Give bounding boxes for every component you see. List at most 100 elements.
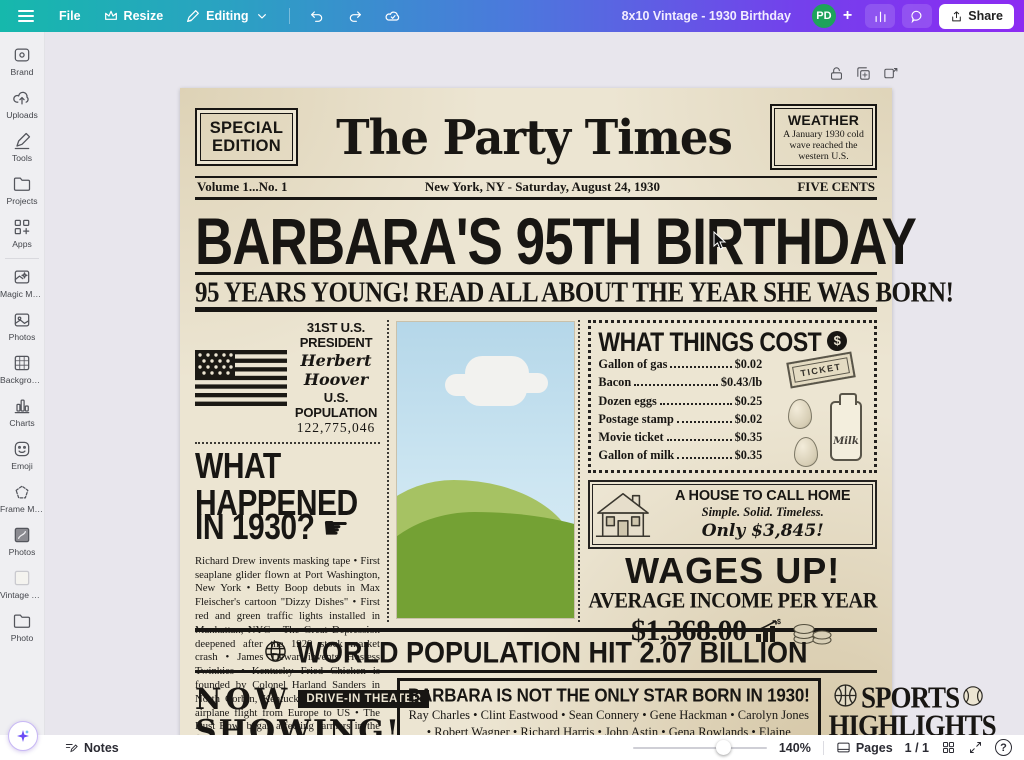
sidebar-item-tools[interactable]: Tools <box>0 126 45 169</box>
pages-icon <box>836 740 851 755</box>
share-label: Share <box>968 9 1003 23</box>
celebrity-names: Ray Charles • Clint Eastwood • Sean Conn… <box>408 707 810 735</box>
uploads-icon <box>12 88 32 108</box>
headline[interactable]: BARBARA'S 95TH BIRTHDAY <box>195 200 877 272</box>
sidebar-item-uploads[interactable]: Uploads <box>0 83 45 126</box>
canvas-area: SPECIAL EDITION The Party Times WEATHER … <box>45 32 1024 735</box>
zoom-level[interactable]: 140% <box>779 741 811 755</box>
sidebar-item-photo-folder[interactable]: Photo <box>0 606 45 649</box>
undo-button[interactable] <box>300 4 334 28</box>
house-title: A HOUSE TO CALL HOME <box>656 488 869 504</box>
share-icon <box>950 10 963 23</box>
add-page-button[interactable] <box>882 65 899 82</box>
lock-button[interactable] <box>828 65 845 82</box>
pages-label: Pages <box>856 741 893 755</box>
crown-icon <box>103 8 119 24</box>
house-ad-box[interactable]: A HOUSE TO CALL HOME Simple. Solid. Time… <box>588 480 877 549</box>
volume-label: Volume 1...No. 1 <box>197 179 288 195</box>
basketball-icon <box>833 683 858 708</box>
editing-mode-button[interactable]: Editing <box>176 4 278 28</box>
notes-button[interactable]: Notes <box>64 741 119 755</box>
bottom-bar: Notes 140% Pages 1 / 1 ? <box>0 735 1024 760</box>
left-sidebar: Brand Uploads Tools Projects Apps Magic … <box>0 32 45 735</box>
editing-label: Editing <box>206 9 248 23</box>
pages-button[interactable]: Pages <box>836 740 893 755</box>
resize-label: Resize <box>124 9 164 23</box>
image-icon <box>12 310 32 330</box>
redo-icon <box>347 8 363 24</box>
duplicate-page-button[interactable] <box>855 65 872 82</box>
resize-button[interactable]: Resize <box>94 4 173 28</box>
globe-icon <box>264 640 287 663</box>
redo-button[interactable] <box>338 4 372 28</box>
sidebar-item-charts[interactable]: Charts <box>0 391 45 434</box>
egg-icon <box>794 437 818 467</box>
what-happened-heading[interactable]: WHAT HAPPENED IN 1930?☛ <box>195 449 380 545</box>
notes-label: Notes <box>84 741 119 755</box>
sidebar-item-apps[interactable]: Apps <box>0 212 45 255</box>
born-in-1930-box[interactable]: BARBARA IS NOT THE ONLY STAR BORN IN 193… <box>397 678 821 735</box>
photo-placeholder[interactable] <box>397 322 574 618</box>
sidebar-item-background[interactable]: Background <box>0 348 45 391</box>
cost-row: Movie ticket$0.35 <box>598 430 762 445</box>
sidebar-item-brand[interactable]: Brand <box>0 40 45 83</box>
weather-box[interactable]: WEATHER A January 1930 cold wave reached… <box>770 104 877 171</box>
document-title[interactable]: 8x10 Vintage - 1930 Birthday <box>622 9 791 23</box>
sidebar-item-vintage-texture[interactable]: Vintage Tex... <box>0 563 45 606</box>
zoom-slider-thumb[interactable] <box>716 740 731 755</box>
sports-section[interactable]: SPORTS HIGHLIGHTS · • · World Series Cha… <box>821 676 989 735</box>
undo-icon <box>309 8 325 24</box>
comment-icon <box>910 9 925 24</box>
add-member-button[interactable]: + <box>843 7 852 25</box>
zoom-slider[interactable] <box>633 747 767 749</box>
cloud-check-icon <box>385 8 401 24</box>
cost-row: Dozen eggs$0.25 <box>598 394 762 409</box>
add-page-icon <box>882 65 899 82</box>
showing-label: SHOWING! <box>195 714 397 735</box>
sidebar-item-photos-2[interactable]: Photos <box>0 520 45 563</box>
grid-icon <box>941 740 956 755</box>
movies-section[interactable]: NOW DRIVE-IN THEATER SHOWING! THE YEAR'S… <box>195 676 397 735</box>
president-name: Herbert Hoover <box>292 351 380 389</box>
sidebar-item-photos[interactable]: Photos <box>0 305 45 348</box>
menu-icon[interactable] <box>18 10 34 22</box>
population-value: 122,775,046 <box>292 420 380 436</box>
file-button[interactable]: File <box>50 5 90 27</box>
emoji-icon <box>12 439 32 459</box>
charts-icon <box>12 396 32 416</box>
subheadline[interactable]: 95 YEARS YOUNG! READ ALL ABOUT THE YEAR … <box>195 272 877 312</box>
help-button[interactable]: ? <box>995 739 1012 756</box>
insights-button[interactable] <box>865 4 895 28</box>
top-toolbar: File Resize Editing 8x10 Vintage - 1930 … <box>0 0 1024 32</box>
now-label: NOW <box>195 682 291 716</box>
volume-row[interactable]: Volume 1...No. 1 New York, NY - Saturday… <box>195 176 877 200</box>
sidebar-item-emoji[interactable]: Emoji <box>0 434 45 477</box>
sidebar-item-frame-maker[interactable]: Frame Maker <box>0 477 45 520</box>
weather-title: WEATHER <box>776 112 871 128</box>
lock-icon <box>828 65 845 82</box>
assistant-button[interactable] <box>8 721 38 751</box>
wages-section[interactable]: WAGES UP! AVERAGE INCOME PER YEAR $1,368… <box>588 553 877 648</box>
notes-icon <box>64 741 78 755</box>
special-edition-box[interactable]: SPECIAL EDITION <box>195 108 298 167</box>
share-button[interactable]: Share <box>939 4 1014 29</box>
avatar[interactable]: PD <box>812 4 836 28</box>
us-flag-icon <box>195 350 287 406</box>
cloud-save-status-button[interactable] <box>376 4 410 28</box>
masthead-title[interactable]: The Party Times <box>298 109 770 165</box>
sidebar-item-projects[interactable]: Projects <box>0 169 45 212</box>
wages-subtitle: AVERAGE INCOME PER YEAR <box>588 589 877 614</box>
comments-button[interactable] <box>902 4 932 28</box>
fullscreen-button[interactable] <box>968 740 983 755</box>
chevron-down-icon <box>254 8 270 24</box>
costs-title: WHAT THINGS COST <box>598 327 821 358</box>
brand-icon <box>12 45 32 65</box>
grid-view-button[interactable] <box>941 740 956 755</box>
newspaper-page[interactable]: SPECIAL EDITION The Party Times WEATHER … <box>180 88 892 735</box>
page-indicator: 1 / 1 <box>905 741 929 755</box>
what-things-cost-box[interactable]: WHAT THINGS COST $ Gallon of gas$0.02 Ba… <box>588 320 877 473</box>
president-block[interactable]: 31ST U.S. PRESIDENT Herbert Hoover U.S. … <box>195 320 380 444</box>
file-label: File <box>59 9 81 23</box>
sidebar-item-magic-media[interactable]: Magic Media <box>0 262 45 305</box>
photo-folder-icon <box>12 611 32 631</box>
